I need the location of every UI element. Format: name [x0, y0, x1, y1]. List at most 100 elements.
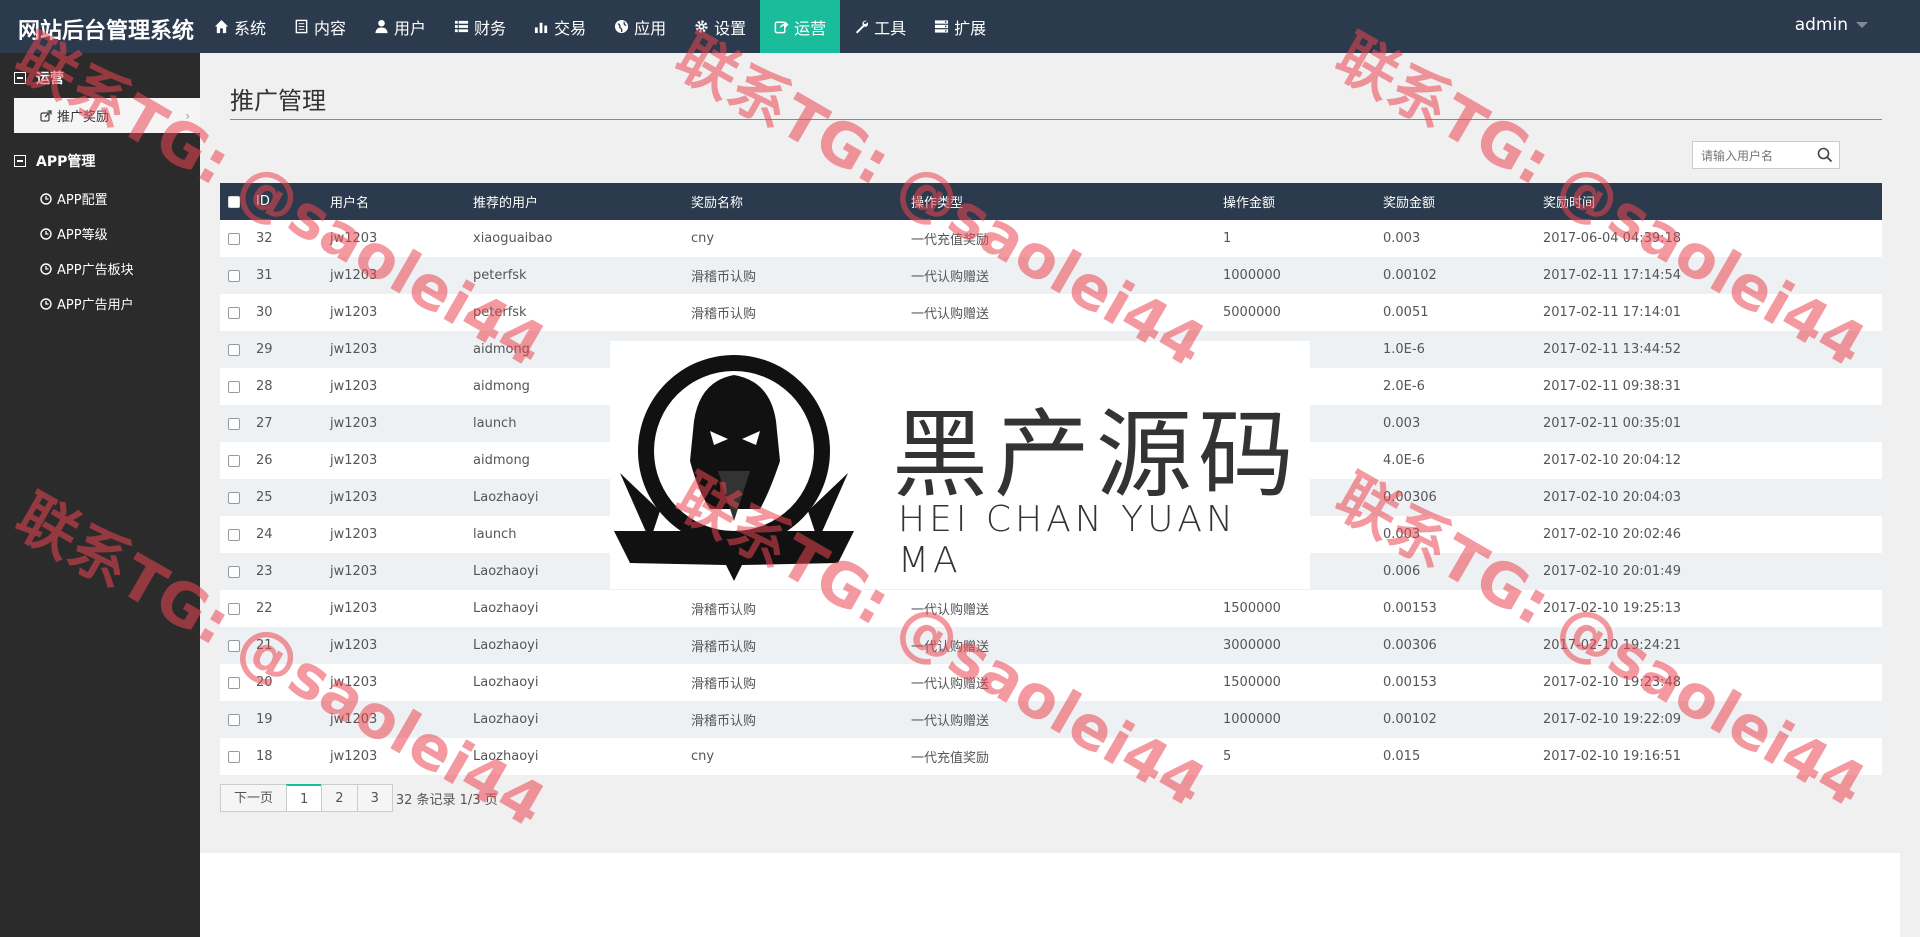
nav-item-6[interactable]: 设置 [680, 0, 760, 53]
column-header[interactable]: 用户名 [330, 183, 473, 220]
row-checkbox[interactable] [228, 528, 240, 541]
row-checkbox[interactable] [228, 417, 240, 430]
nav-item-9[interactable]: 扩展 [920, 0, 1000, 53]
table-row[interactable]: 22 jw1203 Laozhaoyi 滑稽币认购 一代认购赠送 1500000 0.001… [220, 590, 1882, 627]
column-header[interactable]: ID [256, 183, 330, 220]
warrior-logo-icon [614, 355, 854, 581]
table-cell: 2017-02-10 20:04:03 [1543, 479, 1882, 516]
sidebar-item-label: APP等级 [57, 228, 108, 243]
sidebar-item[interactable]: APP等级 [0, 216, 200, 251]
nav-item-5[interactable]: 应用 [600, 0, 680, 53]
nav-item-1[interactable]: 内容 [280, 0, 360, 53]
row-select-cell [220, 368, 256, 405]
row-checkbox[interactable] [228, 639, 240, 652]
gear-icon [694, 19, 709, 34]
column-header[interactable]: 操作类型 [911, 183, 1223, 220]
chevron-down-icon [1856, 22, 1868, 28]
table-cell: 1000000 [1223, 701, 1383, 738]
table-row[interactable]: 32 jw1203 xiaoguaibao cny 一代充值奖励 1 0.003 2017-0… [220, 220, 1882, 257]
table-row[interactable]: 30 jw1203 peterfsk 滑稽币认购 一代认购赠送 5000000 0.0051… [220, 294, 1882, 331]
table-row[interactable]: 20 jw1203 Laozhaoyi 滑稽币认购 一代认购赠送 1500000 0.001… [220, 664, 1882, 701]
row-select-cell [220, 442, 256, 479]
title-divider [230, 119, 1882, 120]
table-cell: 2017-02-11 17:14:01 [1543, 294, 1882, 331]
nav-item-7[interactable]: 运营 [760, 0, 841, 53]
row-checkbox[interactable] [228, 232, 240, 245]
nav-item-4[interactable]: 交易 [520, 0, 600, 53]
table-cell: 3000000 [1223, 627, 1383, 664]
page-button[interactable]: 2 [321, 784, 358, 812]
sidebar-item[interactable]: APP广告板块 [0, 251, 200, 286]
row-checkbox[interactable] [228, 602, 240, 615]
row-checkbox[interactable] [228, 343, 240, 356]
row-checkbox[interactable] [228, 491, 240, 504]
page-button[interactable]: 1 [286, 784, 323, 812]
user-menu[interactable]: admin [1795, 15, 1868, 35]
table-row[interactable]: 21 jw1203 Laozhaoyi 滑稽币认购 一代认购赠送 3000000 0.003… [220, 627, 1882, 664]
table-cell: 一代认购赠送 [911, 627, 1223, 664]
table-cell: jw1203 [330, 627, 473, 664]
column-header[interactable]: 奖励金额 [1383, 183, 1543, 220]
table-cell: jw1203 [330, 331, 473, 368]
sidebar-item[interactable]: APP配置 [0, 181, 200, 216]
column-header[interactable]: 奖励时间 [1543, 183, 1882, 220]
table-cell: Laozhaoyi [473, 590, 691, 627]
prev-page-button[interactable]: 下一页 [220, 784, 288, 812]
row-checkbox[interactable] [228, 306, 240, 319]
search-input[interactable] [1699, 143, 1813, 169]
table-cell: 0.00306 [1383, 627, 1543, 664]
username: admin [1794, 15, 1848, 35]
page-title: 推广管理 [230, 87, 326, 115]
scrollbar[interactable] [1900, 53, 1920, 937]
sidebar-item[interactable]: APP广告用户 [0, 286, 200, 321]
list-icon [454, 19, 469, 34]
row-checkbox[interactable] [228, 565, 240, 578]
select-all-cell [220, 183, 256, 220]
row-checkbox[interactable] [228, 676, 240, 689]
table-cell: 29 [256, 331, 330, 368]
row-checkbox[interactable] [228, 454, 240, 467]
nav-item-8[interactable]: 工具 [840, 0, 920, 53]
row-checkbox[interactable] [228, 713, 240, 726]
clock-icon [40, 192, 52, 205]
table-cell: 2017-02-10 19:24:21 [1543, 627, 1882, 664]
table-cell: 2017-02-11 13:44:52 [1543, 331, 1882, 368]
row-checkbox[interactable] [228, 380, 240, 393]
table-row[interactable]: 31 jw1203 peterfsk 滑稽币认购 一代认购赠送 1000000 0.0010… [220, 257, 1882, 294]
table-cell: 1 [1223, 220, 1383, 257]
sidebar-item-label: APP配置 [57, 193, 108, 208]
row-checkbox[interactable] [228, 269, 240, 282]
column-header[interactable]: 推荐的用户 [473, 183, 691, 220]
page-button[interactable]: 3 [356, 784, 393, 812]
table-row[interactable]: 19 jw1203 Laozhaoyi 滑稽币认购 一代认购赠送 1000000 0.001… [220, 701, 1882, 738]
table-cell: 2017-02-10 19:16:51 [1543, 738, 1882, 775]
table-cell: jw1203 [330, 257, 473, 294]
sidebar-group[interactable]: APP管理 [0, 141, 200, 181]
nav-item-0[interactable]: 系统 [200, 0, 280, 53]
nav-item-2[interactable]: 用户 [360, 0, 440, 53]
table-cell: 0.00102 [1383, 701, 1543, 738]
table-cell: 0.003 [1383, 516, 1543, 553]
table-row[interactable]: 18 jw1203 Laozhaoyi cny 一代充值奖励 5 0.015 2017-02-… [220, 738, 1882, 775]
row-select-cell [220, 590, 256, 627]
table-cell: 2017-02-10 19:23:48 [1543, 664, 1882, 701]
table-cell: jw1203 [330, 553, 473, 590]
table-cell: 2017-02-10 20:01:49 [1543, 553, 1882, 590]
table-cell: jw1203 [330, 664, 473, 701]
sidebar-group[interactable]: 运营 [0, 58, 200, 98]
table-cell: 滑稽币认购 [691, 590, 911, 627]
table-cell: jw1203 [330, 479, 473, 516]
row-select-cell [220, 627, 256, 664]
select-all-checkbox[interactable] [228, 195, 240, 208]
column-header[interactable]: 奖励名称 [691, 183, 911, 220]
sidebar-item[interactable]: 推广奖励 › [14, 98, 200, 133]
table-cell: 一代充值奖励 [911, 220, 1223, 257]
table-cell: 一代认购赠送 [911, 664, 1223, 701]
nav-item-label: 财务 [474, 18, 507, 38]
nav-item-3[interactable]: 财务 [440, 0, 520, 53]
bar-chart-icon [534, 19, 549, 34]
row-checkbox[interactable] [228, 750, 240, 763]
column-header[interactable]: 操作金额 [1223, 183, 1383, 220]
brand-title[interactable]: 网站后台管理系统 [18, 13, 194, 45]
search-icon[interactable] [1817, 147, 1833, 163]
